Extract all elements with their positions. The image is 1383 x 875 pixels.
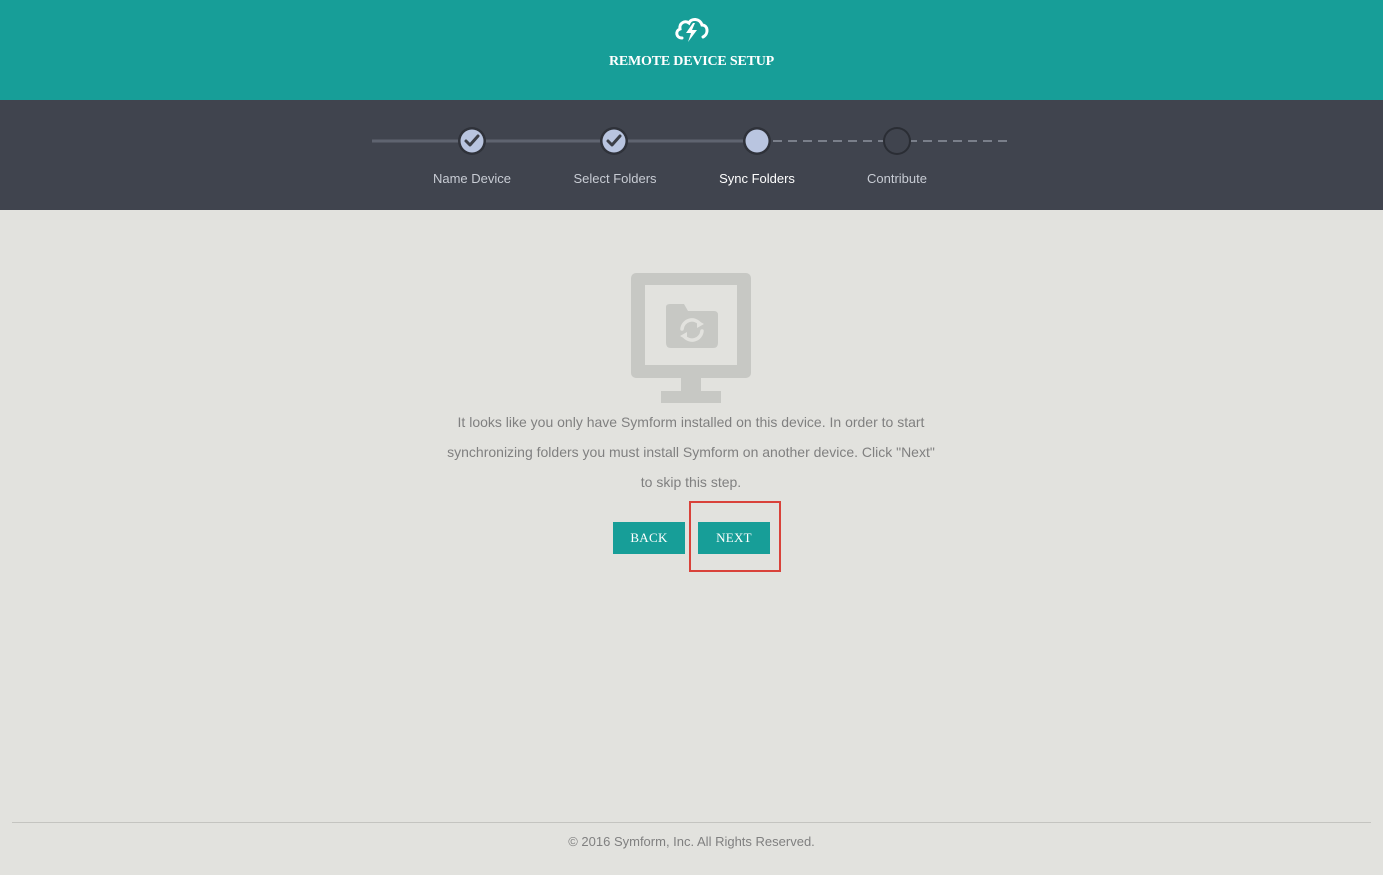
page-title: REMOTE DEVICE SETUP (608, 54, 774, 69)
step-node-sync-folders (743, 127, 771, 155)
step-label-name-device: Name Device (432, 171, 512, 186)
main-content: It looks like you only have Symform inst… (0, 210, 1383, 822)
step-progress-bar: Name Device Select Folders Sync Folders … (0, 100, 1383, 210)
instruction-message: It looks like you only have Symform inst… (447, 414, 935, 490)
monitor-sync-folder-icon (631, 273, 751, 403)
next-button[interactable]: NEXT (698, 522, 770, 554)
step-node-select-folders (600, 127, 628, 155)
step-label-select-folders: Select Folders (573, 171, 657, 186)
step-node-contribute (883, 127, 911, 155)
step-track (372, 127, 1012, 155)
step-label-sync-folders: Sync Folders (719, 171, 795, 186)
header: REMOTE DEVICE SETUP (0, 0, 1383, 100)
footer-copyright: © 2016 Symform, Inc. All Rights Reserved… (568, 834, 815, 849)
step-node-name-device (458, 127, 486, 155)
back-button[interactable]: BACK (613, 522, 685, 554)
step-label-contribute: Contribute (867, 171, 927, 186)
cloud-bolt-icon (675, 18, 709, 42)
footer-divider (12, 822, 1371, 823)
